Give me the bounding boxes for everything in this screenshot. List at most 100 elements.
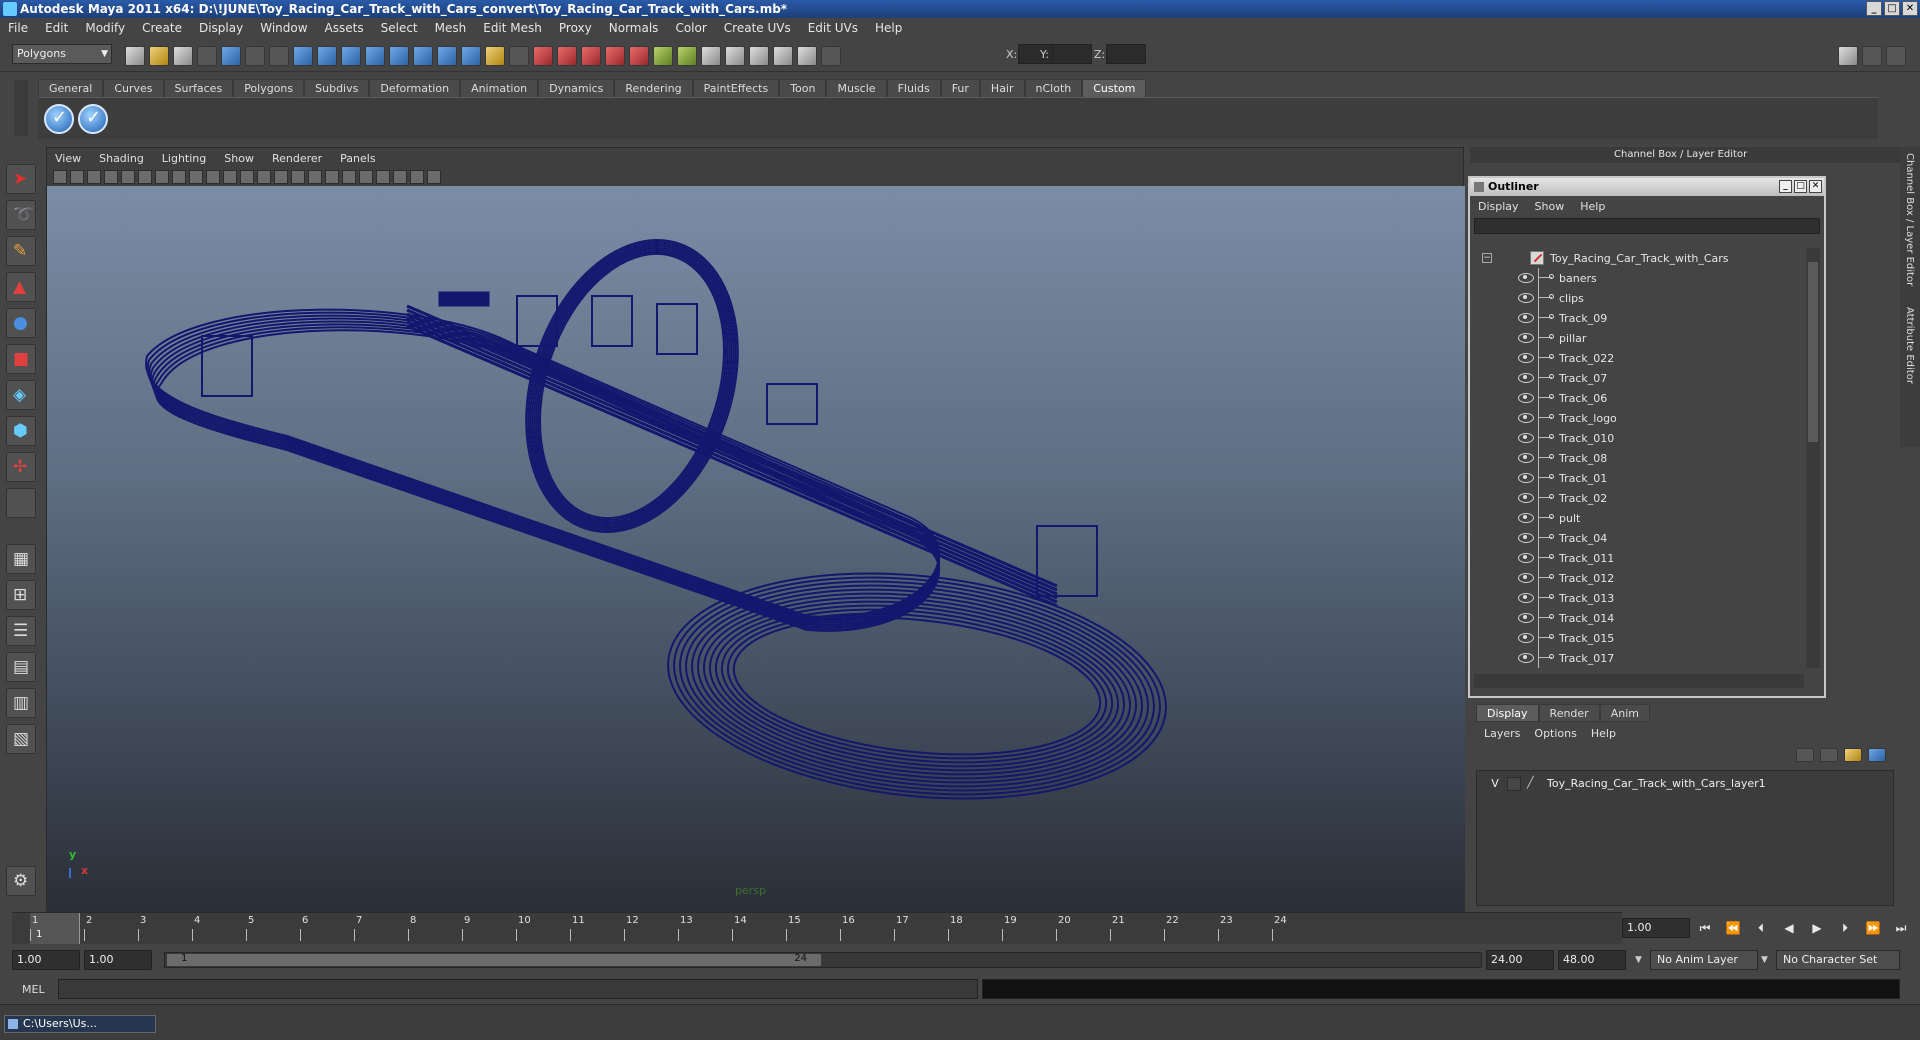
curve-mask-icon[interactable] [341, 46, 361, 66]
outliner-root-row[interactable]: − Toy_Racing_Car_Track_with_Cars [1474, 248, 1804, 268]
layer-color-swatch-icon[interactable]: ╱ [1527, 776, 1534, 789]
animation-end-field[interactable]: 48.00 [1558, 950, 1626, 970]
channel-box-toggle-icon[interactable] [1886, 46, 1906, 66]
snap-curve-icon[interactable] [557, 46, 577, 66]
shelf-grip[interactable] [14, 80, 28, 136]
outliner-horizontal-scrollbar[interactable] [1474, 674, 1804, 688]
universal-manipulator-icon[interactable]: ◈ [6, 380, 36, 410]
outliner-item[interactable]: pult [1474, 508, 1804, 528]
layer-menu-options[interactable]: Options [1534, 727, 1576, 740]
select-tool-icon[interactable]: ➤ [6, 164, 36, 194]
gate-mask-icon[interactable] [189, 170, 203, 184]
z-field[interactable] [1106, 44, 1146, 64]
two-d-pan-icon[interactable] [121, 170, 135, 184]
menu-create-uvs[interactable]: Create UVs [724, 21, 791, 35]
menu-edit[interactable]: Edit [45, 21, 68, 35]
viewport-menu-view[interactable]: View [55, 152, 81, 165]
dope-sheet-layout-icon[interactable]: ▧ [6, 724, 36, 754]
step-forward-frame-button[interactable]: ⏵ [1836, 920, 1854, 936]
outliner-item[interactable]: Track_04 [1474, 528, 1804, 548]
render-settings-icon[interactable] [797, 46, 817, 66]
playback-end-field[interactable]: 24.00 [1486, 950, 1554, 970]
menu-modify[interactable]: Modify [85, 21, 125, 35]
go-to-end-button[interactable]: ⏭ [1892, 920, 1910, 936]
snap-plane-icon[interactable] [605, 46, 625, 66]
construction-history-icon[interactable] [701, 46, 721, 66]
checkmark-shelf-icon-2[interactable] [78, 104, 108, 134]
tab-dynamics[interactable]: Dynamics [538, 79, 615, 97]
output-ops-icon[interactable] [677, 46, 697, 66]
pick-mask-icon[interactable] [269, 46, 289, 66]
new-scene-icon[interactable] [125, 46, 145, 66]
viewport-menu-panels[interactable]: Panels [340, 152, 375, 165]
menu-window[interactable]: Window [260, 21, 307, 35]
outliner-minimize-button[interactable]: _ [1779, 180, 1792, 193]
render-frame-icon[interactable] [749, 46, 769, 66]
outliner-item[interactable]: Track_08 [1474, 448, 1804, 468]
outliner-item[interactable]: Track_013 [1474, 588, 1804, 608]
tool-settings-toggle-icon[interactable] [1862, 46, 1882, 66]
layer-visibility-toggle[interactable]: V [1487, 777, 1503, 790]
tab-render-layers[interactable]: Render [1538, 704, 1600, 722]
wireframe-icon[interactable] [257, 170, 271, 184]
menu-edit-mesh[interactable]: Edit Mesh [483, 21, 542, 35]
soft-modification-icon[interactable]: ⬢ [6, 416, 36, 446]
xray-icon[interactable] [393, 170, 407, 184]
input-field-mode-icon[interactable] [821, 46, 841, 66]
outliner-item[interactable]: baners [1474, 268, 1804, 288]
textured-icon[interactable] [308, 170, 322, 184]
step-back-frame-button[interactable]: ⏴ [1752, 920, 1770, 936]
menu-help[interactable]: Help [875, 21, 902, 35]
input-ops-icon[interactable] [653, 46, 673, 66]
outliner-close-button[interactable]: ✕ [1809, 180, 1822, 193]
menu-normals[interactable]: Normals [609, 21, 659, 35]
camera-attributes-icon[interactable] [70, 170, 84, 184]
layer-row[interactable]: V ╱ Toy_Racing_Car_Track_with_Cars_layer… [1477, 775, 1893, 793]
save-scene-icon[interactable] [173, 46, 193, 66]
tab-deformation[interactable]: Deformation [369, 79, 461, 97]
tab-animation[interactable]: Animation [460, 79, 539, 97]
minimized-explorer-window[interactable]: C:\Users\Us... [4, 1015, 156, 1033]
smooth-shade-icon[interactable] [274, 170, 288, 184]
hud-icon[interactable] [427, 170, 441, 184]
open-scene-icon[interactable] [149, 46, 169, 66]
menu-display[interactable]: Display [199, 21, 243, 35]
outliner-item[interactable]: Track_logo [1474, 408, 1804, 428]
outliner-item[interactable]: pillar [1474, 328, 1804, 348]
collapse-icon[interactable]: − [1482, 253, 1492, 263]
tab-hair[interactable]: Hair [979, 79, 1025, 97]
outliner-item[interactable]: Track_014 [1474, 608, 1804, 628]
animation-start-field[interactable]: 1.00 [12, 950, 80, 970]
menu-color[interactable]: Color [675, 21, 706, 35]
outliner-vertical-scrollbar[interactable] [1806, 248, 1820, 668]
ipr-render-icon[interactable] [773, 46, 793, 66]
joint-mask-icon[interactable] [317, 46, 337, 66]
play-backwards-button[interactable]: ◀ [1780, 920, 1798, 936]
single-perspective-layout-icon[interactable]: ▦ [6, 544, 36, 574]
tab-general[interactable]: General [38, 79, 104, 97]
current-time-field[interactable]: 1.00 [1622, 918, 1690, 938]
mel-label[interactable]: MEL [22, 983, 45, 996]
side-tab-attribute-editor[interactable]: Attribute Editor [1904, 307, 1915, 384]
outliner-item[interactable]: Track_010 [1474, 428, 1804, 448]
safe-title-icon[interactable] [240, 170, 254, 184]
outliner-item[interactable]: Track_02 [1474, 488, 1804, 508]
field-chart-icon[interactable] [206, 170, 220, 184]
mel-script-icon[interactable]: ⚙ [6, 866, 36, 896]
anim-layer-select[interactable]: ▼ No Anim Layer [1635, 950, 1758, 970]
outliner-item[interactable]: Track_09 [1474, 308, 1804, 328]
layer-menu-layers[interactable]: Layers [1484, 727, 1520, 740]
tab-ncloth[interactable]: nCloth [1024, 79, 1083, 97]
step-forward-key-button[interactable]: ⏩ [1864, 920, 1882, 936]
handle-mask-icon[interactable] [293, 46, 313, 66]
tab-muscle[interactable]: Muscle [826, 79, 887, 97]
grid-toggle-icon[interactable] [138, 170, 152, 184]
bookmark-icon[interactable] [87, 170, 101, 184]
last-tool-icon[interactable] [6, 488, 36, 518]
select-object-icon[interactable] [221, 46, 241, 66]
image-plane-icon[interactable] [104, 170, 118, 184]
time-slider[interactable]: 1 1 2 3 4 5 6 7 8 9 10 11 12 13 14 15 16 17 18 19 20 21 22 23 2… [12, 912, 1622, 944]
outliner-item[interactable]: Track_06 [1474, 388, 1804, 408]
four-view-layout-icon[interactable]: ⊞ [6, 580, 36, 610]
tab-rendering[interactable]: Rendering [614, 79, 693, 97]
